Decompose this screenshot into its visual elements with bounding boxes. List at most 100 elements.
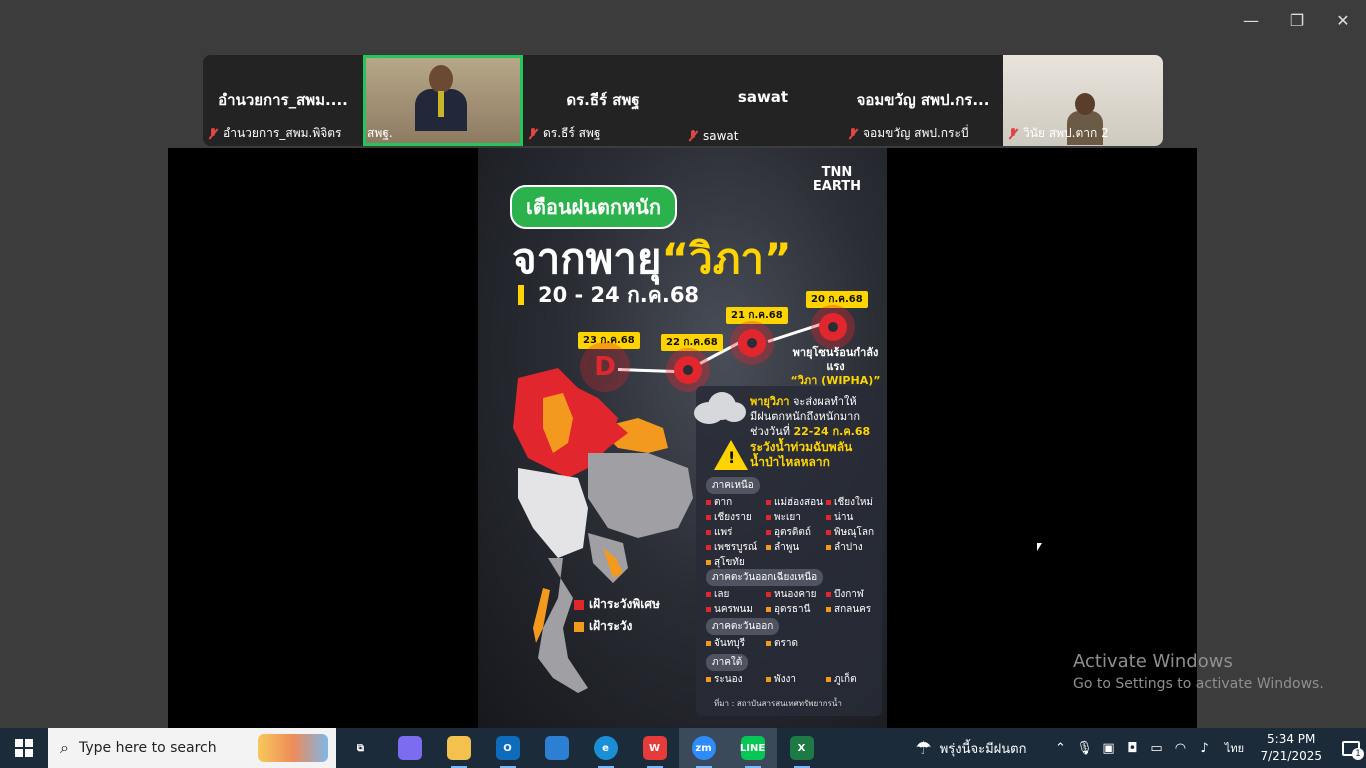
province-name: อุตรดิตถ์ — [774, 527, 811, 538]
minimize-button[interactable]: — — [1228, 6, 1274, 34]
province-level-marker — [706, 677, 711, 682]
weather-text: พรุ่งนี้จะมีฝนตก — [939, 741, 1027, 757]
participant-tile[interactable]: sawat sawat — [683, 55, 843, 146]
close-button[interactable]: ✕ — [1320, 6, 1366, 34]
province-level-marker — [766, 607, 771, 612]
legend-swatch-orange — [574, 621, 584, 632]
search-icon: ⌕ — [60, 738, 69, 757]
province-item: เชียงใหม่ — [826, 495, 873, 510]
province-name: ภูเก็ต — [834, 674, 857, 685]
province-item: หนองคาย — [766, 587, 816, 602]
province-item: พังงา — [766, 672, 796, 687]
shared-screen: TNN EARTH เตือนฝนตกหนัก จากพายุ“วิภา” 20 … — [168, 148, 1197, 728]
windows-logo-icon — [15, 739, 33, 757]
taskbar-app-edge[interactable]: e — [581, 728, 630, 768]
activate-subtitle: Go to Settings to activate Windows. — [1073, 676, 1324, 692]
province-name: บึงกาฬ — [834, 589, 864, 600]
legend-label: เฝ้าระวัง — [589, 619, 633, 633]
participant-tile[interactable]: อำนวยการ_สพม.... อำนวยการ_สพม.พิจิตร — [203, 55, 363, 146]
participant-tile[interactable]: ดร.ธีร์ สพฐ ดร.ธีร์ สพฐ — [523, 55, 683, 146]
taskbar-app-task-view[interactable]: ⧉ — [336, 728, 385, 768]
province-name: สกลนคร — [834, 604, 872, 615]
participant-tile[interactable]: จอมขวัญ สพป.กร... จอมขวัญ สพป.กระบี่ — [843, 55, 1003, 146]
participant-label: ดร.ธีร์ สพฐ — [527, 124, 679, 143]
mic-muted-icon — [1007, 127, 1019, 140]
province-level-marker — [706, 641, 711, 646]
thailand-risk-map — [513, 368, 693, 693]
line-icon: LINE — [740, 736, 765, 760]
participant-name-large: อำนวยการ_สพม.... — [218, 91, 348, 109]
province-item: อุตรดิตถ์ — [766, 525, 811, 540]
province-item: น่าน — [826, 510, 853, 525]
participant-label: วินัย สพป.ตาก 2 — [1007, 124, 1159, 143]
participant-label: sawat — [687, 129, 839, 143]
province-level-marker — [766, 500, 771, 505]
clock[interactable]: 5:34 PM 7/21/2025 — [1260, 731, 1322, 765]
wifi-icon[interactable]: ◠ — [1168, 741, 1192, 756]
taskbar-app-excel[interactable]: X — [777, 728, 826, 768]
taskbar-app-copilot[interactable] — [385, 728, 434, 768]
notification-center-button[interactable]: 1 — [1336, 728, 1366, 768]
battery-icon[interactable]: ▭ — [1144, 741, 1168, 756]
language-indicator[interactable]: ไทย — [1216, 739, 1252, 757]
taskbar-app-file-explorer[interactable] — [434, 728, 483, 768]
province-level-marker — [826, 677, 831, 682]
province-item: ตราด — [766, 636, 798, 651]
province-name: หนองคาย — [774, 589, 817, 600]
participant-video — [415, 65, 467, 131]
province-item: จันทบุรี — [706, 636, 745, 651]
province-name: ลำปาง — [834, 542, 863, 553]
track-date-tag: 23 ก.ค.68 — [578, 332, 640, 349]
mic-muted-icon — [847, 127, 859, 140]
volume-icon[interactable]: ♪ — [1192, 741, 1216, 756]
province-item: พิษณุโลก — [826, 525, 874, 540]
poster-badge: เตือนฝนตกหนัก — [510, 185, 677, 229]
taskbar-app-zoom[interactable]: zm — [679, 728, 728, 768]
region-heading-south: ภาคใต้ — [706, 654, 749, 671]
participant-tile[interactable]: วินัย สพป.ตาก 2 — [1003, 55, 1163, 146]
taskbar-app-outlook[interactable]: O — [483, 728, 532, 768]
province-name: แม่ฮ่องสอน — [774, 497, 823, 508]
track-arrow — [767, 322, 824, 343]
start-button[interactable] — [0, 728, 48, 768]
province-item: นครพนม — [706, 602, 753, 617]
participant-label-text: วินัย สพป.ตาก 2 — [1023, 126, 1109, 140]
province-level-marker — [706, 607, 711, 612]
taskbar-app-wps[interactable]: W — [630, 728, 679, 768]
province-name: จันทบุรี — [714, 638, 746, 649]
screen-share-icon[interactable]: ▣ — [1096, 741, 1120, 756]
poster-source: ที่มา : สถาบันสารสนเทศทรัพยากรน้ำ — [714, 699, 842, 708]
microphone-icon[interactable]: 🎙 — [1072, 741, 1096, 756]
province-item: ลำปาง — [826, 540, 863, 555]
storm-icon — [738, 329, 766, 357]
province-level-marker — [766, 515, 771, 520]
chevron-up-icon[interactable]: ⌃ — [1048, 741, 1072, 756]
province-name: นครพนม — [714, 604, 753, 615]
province-level-marker — [766, 545, 771, 550]
participant-tile-active-speaker[interactable]: สพฐ. — [363, 55, 523, 146]
province-item: อุดรธานี — [766, 602, 810, 617]
mic-muted-icon — [527, 127, 539, 140]
province-level-marker — [826, 515, 831, 520]
province-level-marker — [706, 515, 711, 520]
warning-icon: ! — [714, 440, 748, 470]
search-placeholder: Type here to search — [78, 740, 217, 756]
warning-text: ระวังน้ำท่วมฉับพลัน น้ำป่าไหลหลาก — [750, 440, 853, 469]
participant-label-text: สพฐ. — [367, 126, 393, 140]
taskbar-search[interactable]: ⌕ Type here to search — [48, 728, 336, 768]
track-date-tag: 21 ก.ค.68 — [726, 307, 788, 324]
taskbar-app-line[interactable]: LINE — [728, 728, 777, 768]
province-level-marker — [766, 530, 771, 535]
restore-button[interactable]: ❐ — [1274, 6, 1320, 34]
province-item: ลำพูน — [766, 540, 799, 555]
region-heading-north: ภาคเหนือ — [706, 477, 760, 494]
weather-widget[interactable]: ☂ พรุ่งนี้จะมีฝนตก — [916, 738, 1027, 759]
poster-date-range: 20 - 24 ก.ค.68 — [518, 285, 699, 306]
province-item: สุโขทัย — [706, 555, 745, 570]
taskbar-app-store[interactable] — [532, 728, 581, 768]
camera-icon[interactable]: ◘ — [1120, 741, 1144, 756]
province-level-marker — [826, 500, 831, 505]
province-item: เพชรบูรณ์ — [706, 540, 757, 555]
excel-icon: X — [789, 736, 814, 760]
search-highlight-art — [258, 734, 328, 762]
